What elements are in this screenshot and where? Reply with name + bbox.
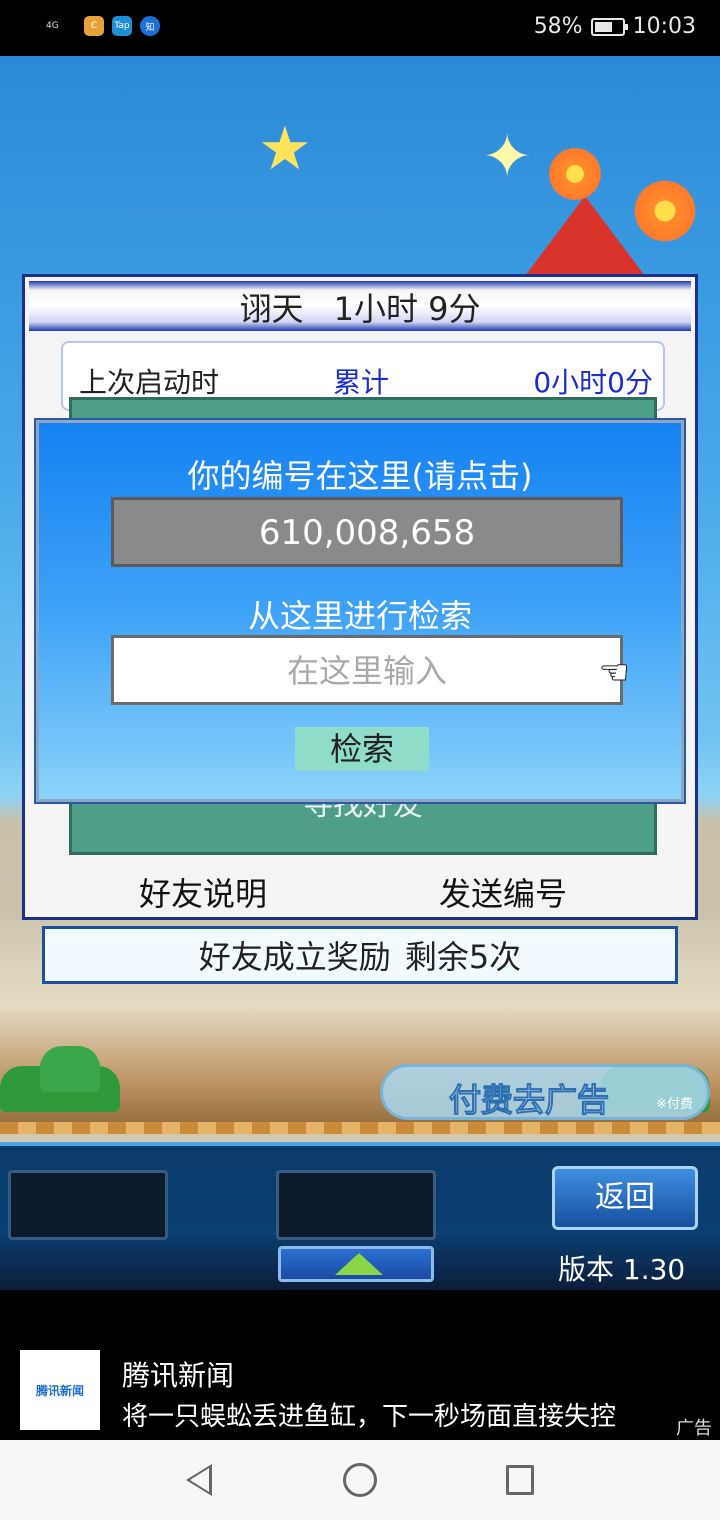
tree [40, 1046, 100, 1092]
search-input[interactable]: 在这里输入 [111, 635, 623, 705]
sparkle-icon: ✦ [482, 122, 533, 192]
signal-icon: 4G [46, 21, 59, 31]
pointing-hand-icon: ☚ [598, 653, 630, 694]
expand-up-button[interactable] [278, 1246, 434, 1282]
ad-description: 将一只蜈蚣丢进鱼缸，下一秒场面直接失控 [122, 1402, 617, 1432]
friend-code-field[interactable]: 610,008,658 [111, 497, 623, 567]
nav-recent-apps-icon[interactable] [506, 1465, 534, 1495]
star-icon: ★ [258, 114, 312, 184]
friend-reward-bar: 好友成立奖励 剩余5次 [42, 926, 678, 984]
battery-icon [590, 17, 628, 36]
nav-back-icon[interactable] [186, 1464, 212, 1496]
total-label: 累计 [333, 366, 390, 399]
ground-strip [0, 1122, 720, 1134]
panel-title: 诩天 1小时 9分 [29, 281, 691, 331]
total-value: 0小时0分 [533, 366, 653, 399]
friend-code-dialog: 你的编号在这里(请点击) 610,008,658 从这里进行检索 在这里输入 ☚… [34, 418, 686, 804]
search-button[interactable]: 检索 [295, 727, 429, 771]
system-nav-bar [0, 1440, 720, 1520]
ad-title: 腾讯新闻 [122, 1359, 235, 1392]
reward-remaining: 剩余5次 [404, 938, 522, 976]
remove-ads-button[interactable]: 付费去广告 ※付费 [380, 1064, 710, 1120]
nav-home-icon[interactable] [343, 1463, 377, 1497]
dialog-title: 你的编号在这里(请点击) [187, 457, 533, 495]
house-roof-art [525, 196, 645, 276]
status-bar: 4G C Tap 知 58% 10:03 [0, 0, 720, 56]
taptap-icon: Tap [112, 16, 132, 36]
playtime: 1小时 9分 [333, 290, 481, 328]
back-button[interactable]: 返回 [552, 1166, 698, 1230]
reward-label: 好友成立奖励 [198, 938, 391, 976]
status-left: 4G C Tap 知 [46, 16, 160, 36]
toolbar-slot[interactable] [276, 1170, 436, 1240]
last-launch-label: 上次启动时 [79, 366, 220, 399]
version-label: 版本 1.30 [558, 1253, 686, 1286]
clock: 10:03 [632, 14, 696, 39]
zhihu-icon: 知 [140, 16, 160, 36]
send-code-button[interactable]: 发送编号 [439, 869, 567, 915]
app-notification-icon: C [84, 16, 104, 36]
remove-ads-label: 付费去广告 [448, 1081, 610, 1120]
player-name: 诩天 [239, 290, 304, 328]
game-toolbar: 返回 版本 1.30 [0, 1142, 720, 1290]
toolbar-slot[interactable] [8, 1170, 168, 1240]
friend-help-button[interactable]: 好友说明 [139, 869, 267, 915]
search-label: 从这里进行检索 [247, 597, 472, 635]
arrow-up-icon [335, 1253, 383, 1275]
flower-icon [630, 176, 700, 246]
battery-percent: 58% [533, 14, 583, 39]
flower-icon [545, 144, 605, 204]
ad-banner[interactable]: 腾讯新闻 腾讯新闻 将一只蜈蚣丢进鱼缸，下一秒场面直接失控 广告 [0, 1290, 720, 1440]
tencent-news-logo: 腾讯新闻 [20, 1350, 100, 1430]
ad-tag: 广告 [676, 1418, 712, 1439]
status-right: 58% 10:03 [534, 14, 696, 39]
remove-ads-sub: ※付费 [656, 1097, 693, 1112]
